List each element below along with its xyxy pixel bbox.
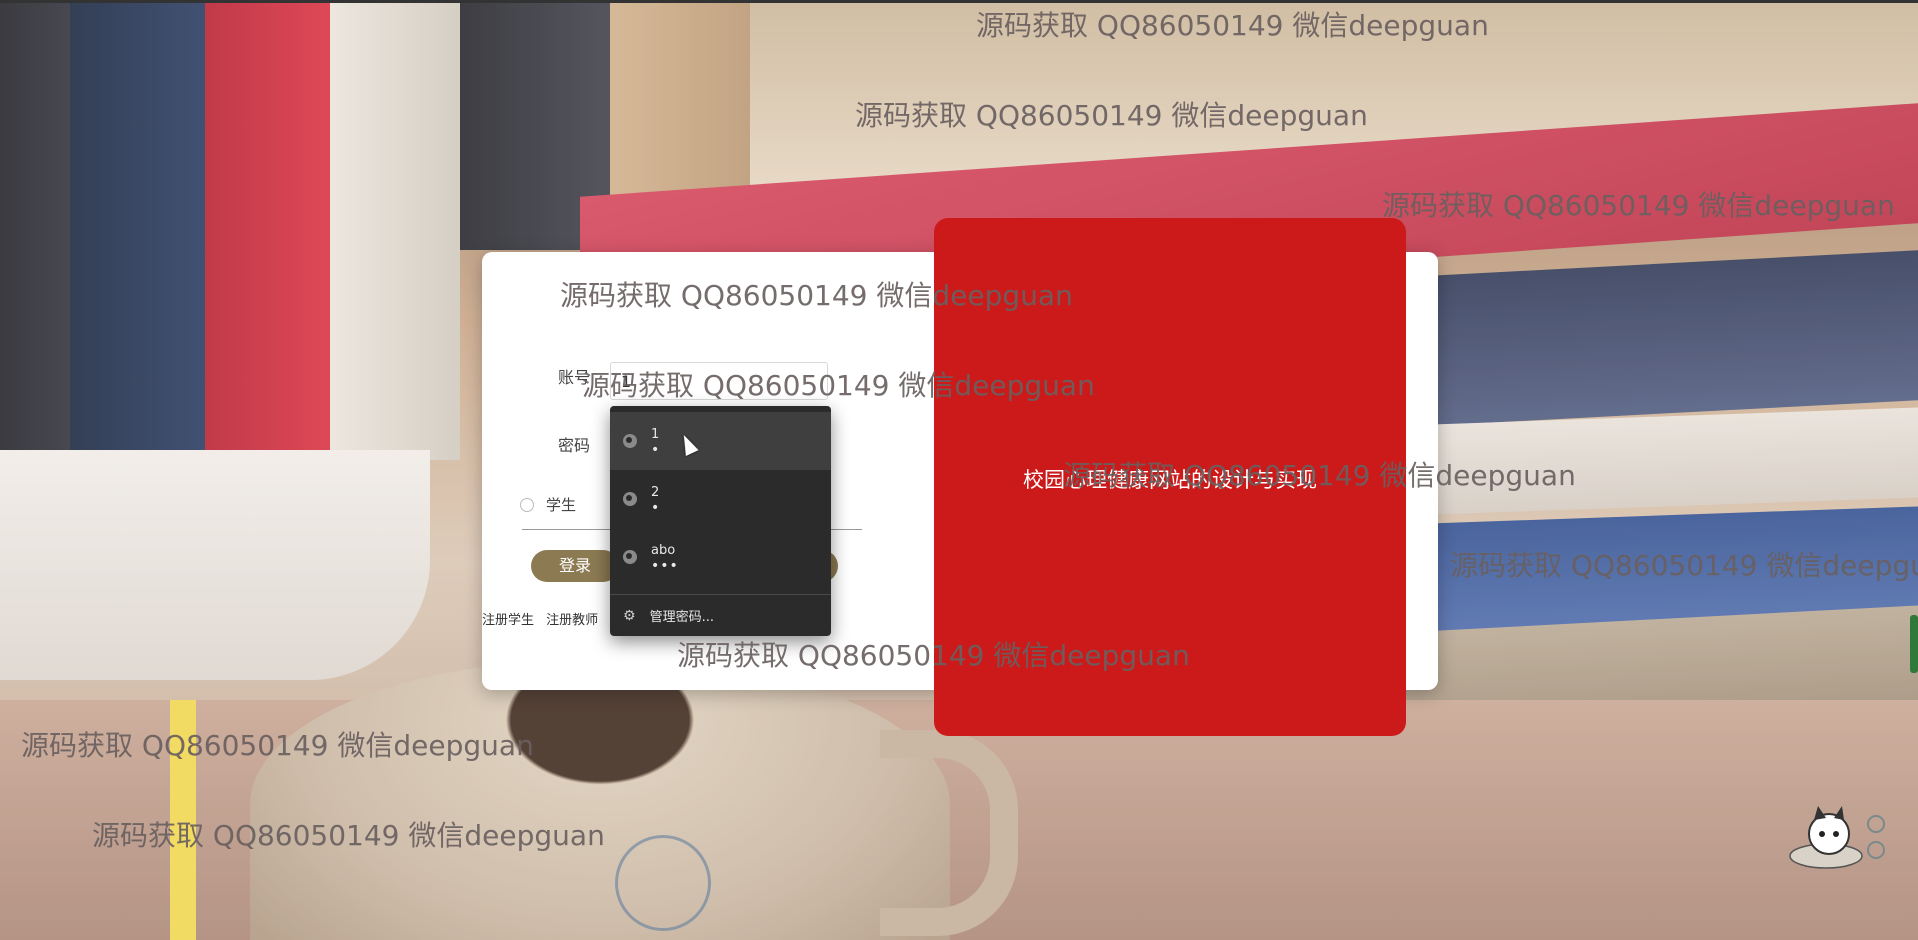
gear-icon: ⚙: [623, 607, 636, 624]
globe-icon: [623, 550, 637, 564]
watermark: 源码获取 QQ86050149 微信deepguan: [1382, 189, 1895, 222]
watermark: 源码获取 QQ86050149 微信deepguan: [92, 819, 605, 852]
window-top-edge: [0, 0, 1918, 3]
autofill-password: •••: [651, 558, 679, 574]
watermark: 源码获取 QQ86050149 微信deepguan: [582, 369, 1095, 402]
globe-icon: [623, 434, 637, 448]
watermark: 源码获取 QQ86050149 微信deepguan: [976, 9, 1489, 42]
watermark: 源码获取 QQ86050149 微信deepguan: [855, 99, 1368, 132]
register-teacher-link[interactable]: 注册教师: [546, 613, 598, 628]
autofill-item[interactable]: 1 •: [610, 412, 831, 470]
watermark: 源码获取 QQ86050149 微信deepguan: [21, 729, 534, 762]
register-links: 注册学生 注册教师: [482, 609, 606, 628]
manage-passwords-item[interactable]: ⚙ 管理密码...: [610, 595, 831, 636]
watermark: 源码获取 QQ86050149 微信deepguan: [1063, 459, 1576, 492]
cat-mascot-icon[interactable]: [1784, 806, 1890, 874]
manage-passwords-label: 管理密码...: [649, 610, 714, 625]
autofill-password: •: [651, 442, 661, 458]
register-student-link[interactable]: 注册学生: [482, 613, 534, 628]
password-row: 密码: [558, 432, 590, 456]
radio-icon[interactable]: [520, 497, 534, 512]
autofill-item[interactable]: 2 •: [610, 470, 831, 528]
password-autofill-dropdown: 1 • 2 • abo ••• ⚙ 管理密码...: [610, 406, 831, 636]
autofill-password: •: [651, 500, 661, 516]
watermark: 源码获取 QQ86050149 微信deepguan: [677, 639, 1190, 672]
role-option-student[interactable]: 学生: [520, 494, 576, 515]
globe-icon: [623, 492, 637, 506]
watermark: 源码获取 QQ86050149 微信deepgu: [1450, 549, 1918, 582]
role-label: 学生: [546, 496, 577, 514]
side-widget-handle[interactable]: [1910, 615, 1918, 673]
autofill-item[interactable]: abo •••: [610, 528, 831, 586]
password-label: 密码: [558, 436, 591, 455]
watermark: 源码获取 QQ86050149 微信deepguan: [560, 279, 1073, 312]
login-button[interactable]: 登录: [531, 550, 619, 582]
